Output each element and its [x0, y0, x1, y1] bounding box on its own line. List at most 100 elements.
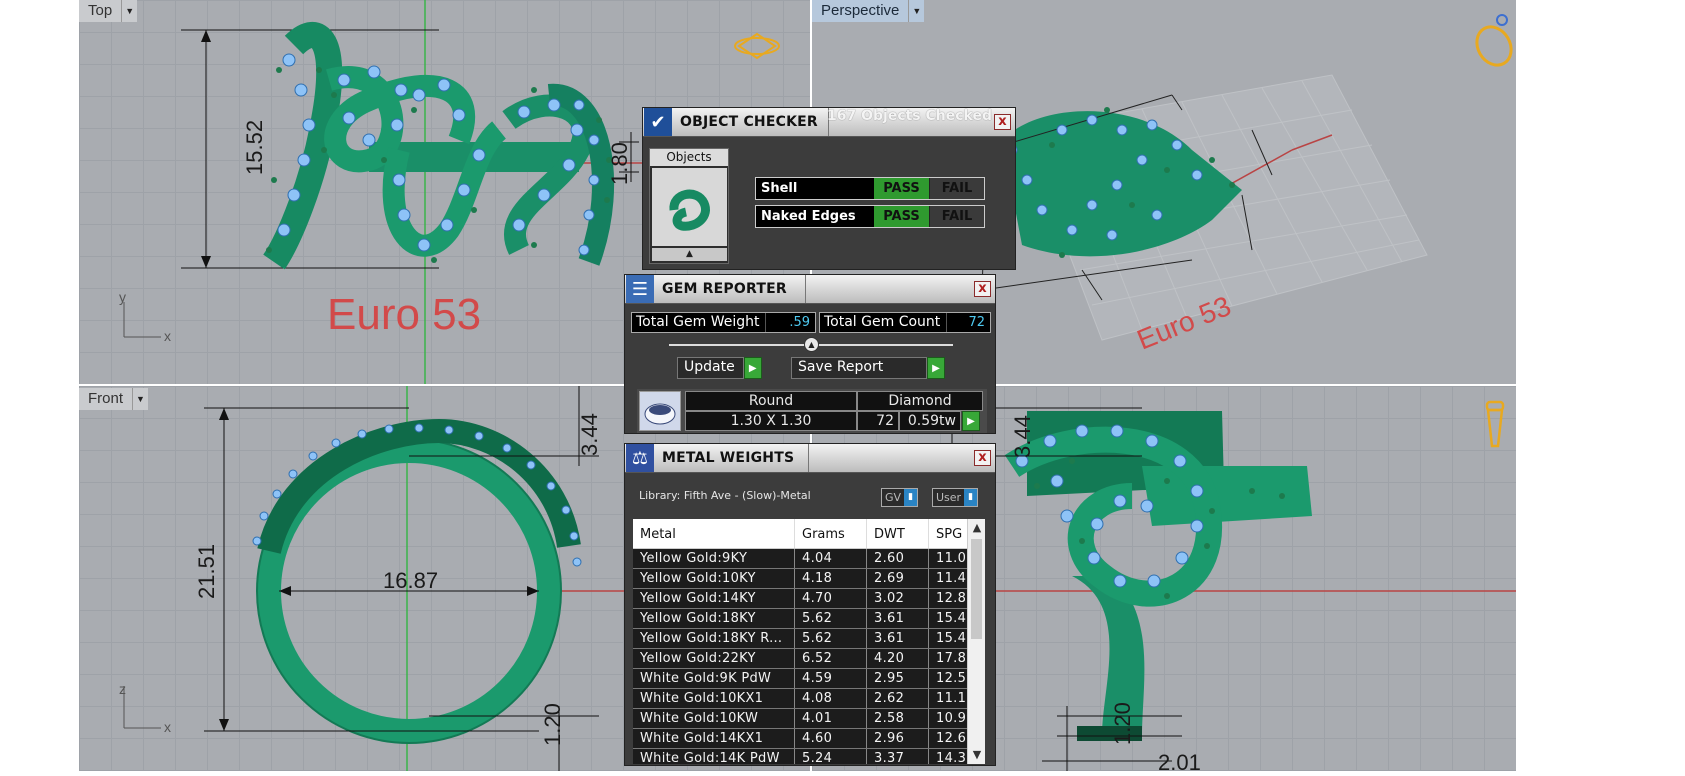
metal-weights-table[interactable]: Metal Grams DWT SPG Yellow Gold:9KY 4.04 2… [633, 519, 985, 764]
report-icon: ☰ [626, 275, 654, 303]
dropdown-icon: ▮ [904, 489, 918, 506]
chevron-down-icon[interactable]: ▼ [908, 0, 925, 22]
dim-top-text: 3.44 [577, 413, 602, 456]
close-button[interactable]: x [974, 281, 991, 297]
dim-bottom-text: 1.20 [1110, 702, 1135, 745]
save-report-button[interactable]: Save Report ▶ [791, 357, 945, 379]
table-cell: White Gold:10KX1 [633, 689, 795, 708]
dim-height-text: 21.51 [194, 544, 219, 599]
dim-side-text: 1.80 [607, 142, 632, 185]
table-row[interactable]: Yellow Gold:22KY 6.52 4.20 17.89 [633, 649, 985, 669]
checkmark-icon: ✔ [644, 108, 672, 136]
table-cell: 4.20 [867, 649, 929, 668]
round-gem-icon [639, 391, 681, 431]
table-scrollbar[interactable]: ▲ ▼ [967, 519, 985, 764]
play-icon: ▶ [962, 411, 980, 431]
table-cell: Yellow Gold:9KY [633, 549, 795, 568]
table-cell: 2.69 [867, 569, 929, 588]
gem-slider-handle[interactable]: ▲ [804, 337, 819, 352]
gem-shape: Round [685, 391, 857, 411]
scale-icon: ⚖ [626, 444, 654, 472]
play-icon: ▶ [743, 357, 762, 379]
pass-indicator: PASS [874, 178, 929, 199]
table-cell: 4.59 [795, 669, 867, 688]
objects-list[interactable]: Objects ▲ [649, 148, 729, 264]
gem-reporter-panel: ☰ GEM REPORTER x Total Gem Weight .59 To… [624, 274, 996, 434]
table-row[interactable]: White Gold:14K PdW 5.24 3.37 14.37 [633, 749, 985, 764]
gem-detail-button[interactable]: ▶ [962, 411, 980, 431]
table-row[interactable]: White Gold:9K PdW 4.59 2.95 12.59 [633, 669, 985, 689]
table-row[interactable]: White Gold:10KX1 4.08 2.62 11.18 [633, 689, 985, 709]
user-select[interactable]: User ▮ [932, 488, 979, 507]
viewport-label-top[interactable]: Top ▼ [79, 0, 138, 22]
viewport-label-front[interactable]: Front ▼ [79, 388, 149, 410]
metal-weights-titlebar[interactable]: ⚖ METAL WEIGHTS x [625, 444, 995, 473]
dim-bottom-text: 1.20 [540, 703, 565, 746]
table-cell: 5.24 [795, 749, 867, 764]
table-cell: 5.62 [795, 609, 867, 628]
metal-weights-panel: ⚖ METAL WEIGHTS x Library: Fifth Ave - (… [624, 443, 996, 766]
gem-reporter-title: GEM REPORTER [662, 281, 787, 297]
table-cell: White Gold:14KX1 [633, 729, 795, 748]
metal-weights-title: METAL WEIGHTS [662, 450, 795, 466]
table-row[interactable]: Yellow Gold:14KY 4.70 3.02 12.88 [633, 589, 985, 609]
table-cell: 6.52 [795, 649, 867, 668]
axis-x-label: x [164, 328, 171, 344]
table-cell: Yellow Gold:18KY R... [633, 629, 795, 648]
table-cell: 2.58 [867, 709, 929, 728]
dim-top-text: 3.44 [1010, 415, 1035, 458]
table-row[interactable]: Yellow Gold:10KY 4.18 2.69 11.45 [633, 569, 985, 589]
scroll-thumb[interactable] [971, 539, 982, 639]
table-row[interactable]: Yellow Gold:9KY 4.04 2.60 11.08 [633, 549, 985, 569]
table-cell: Yellow Gold:10KY [633, 569, 795, 588]
chevron-down-icon[interactable]: ▼ [121, 0, 138, 22]
gv-select[interactable]: GV ▮ [881, 488, 919, 507]
table-cell: 4.70 [795, 589, 867, 608]
table-cell: 3.61 [867, 629, 929, 648]
table-cell: 4.18 [795, 569, 867, 588]
table-cell: White Gold:9K PdW [633, 669, 795, 688]
dim-height-text: 15.52 [242, 120, 267, 175]
pendant-view-icon [1485, 400, 1505, 448]
table-row[interactable]: White Gold:10KW 4.01 2.58 10.99 [633, 709, 985, 729]
table-cell: 2.96 [867, 729, 929, 748]
scroll-up-icon[interactable]: ▲ [968, 519, 985, 537]
dim-width-text: 2.01 [1158, 750, 1201, 771]
object-checker-panel: ✔ OBJECT CHECKER x 167 Objects Checked O… [642, 107, 1016, 270]
table-cell: 2.60 [867, 549, 929, 568]
fail-indicator: FAIL [929, 178, 984, 199]
fail-indicator: FAIL [929, 206, 984, 227]
table-row[interactable]: White Gold:14KX1 4.60 2.96 12.61 [633, 729, 985, 749]
table-cell: 4.08 [795, 689, 867, 708]
gem-reporter-titlebar[interactable]: ☰ GEM REPORTER x [625, 275, 995, 304]
gem-count: 72 [857, 411, 899, 431]
table-cell: White Gold:14K PdW [633, 749, 795, 764]
close-button[interactable]: x [974, 450, 991, 466]
axis-x-label: x [164, 719, 171, 735]
viewport-label-perspective[interactable]: Perspective ▼ [812, 0, 925, 22]
gem-size: 1.30 X 1.30 [685, 411, 857, 431]
table-cell: 3.61 [867, 609, 929, 628]
update-button[interactable]: Update ▶ [677, 357, 762, 379]
table-cell: 2.95 [867, 669, 929, 688]
ring-view-icon [1475, 14, 1513, 67]
table-row[interactable]: Yellow Gold:18KY R... 5.62 3.61 15.41 [633, 629, 985, 649]
gem-row[interactable]: Round Diamond 1.30 X 1.30 72 0.59tw ▶ [637, 389, 987, 433]
ring-size-text: Euro 53 [327, 290, 481, 339]
scroll-up-button[interactable]: ▲ [652, 248, 727, 261]
table-cell: 4.01 [795, 709, 867, 728]
table-body: Yellow Gold:9KY 4.04 2.60 11.08 Yellow Gold:… [633, 549, 985, 764]
total-gem-count-field: Total Gem Count 72 [819, 312, 991, 333]
pass-indicator: PASS [874, 206, 929, 227]
table-cell: 3.37 [867, 749, 929, 764]
ring-thumbnail[interactable] [652, 168, 727, 246]
check-row-shell: Shell PASS FAIL [755, 177, 985, 200]
table-cell: 5.62 [795, 629, 867, 648]
scroll-down-icon[interactable]: ▼ [968, 746, 985, 764]
chevron-down-icon[interactable]: ▼ [132, 388, 149, 410]
table-header: Metal Grams DWT SPG [633, 519, 985, 549]
table-cell: 4.60 [795, 729, 867, 748]
library-label: Library: Fifth Ave - (Slow)-Metal [639, 489, 811, 502]
table-row[interactable]: Yellow Gold:18KY 5.62 3.61 15.41 [633, 609, 985, 629]
table-cell: Yellow Gold:18KY [633, 609, 795, 628]
